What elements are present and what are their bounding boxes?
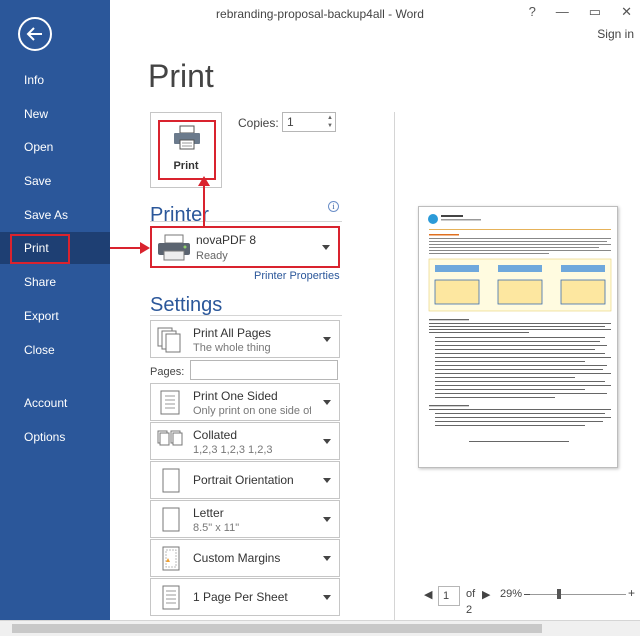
sides-dropdown[interactable]: Print One Sided Only print on one side o…	[150, 383, 340, 421]
info-icon[interactable]: i	[328, 201, 339, 212]
close-icon[interactable]: ✕	[621, 4, 632, 20]
page-number-input[interactable]: 1	[438, 586, 460, 606]
printer-dropdown[interactable]: novaPDF 8 Ready	[150, 226, 340, 268]
help-icon[interactable]: ?	[529, 4, 536, 20]
nav-options[interactable]: Options	[0, 421, 110, 453]
chevron-down-icon	[323, 517, 331, 522]
zoom-level: 29%	[500, 588, 523, 600]
nav-export[interactable]: Export	[0, 300, 110, 332]
zoom-slider[interactable]	[530, 594, 626, 595]
paper-size-label: Letter	[193, 506, 224, 520]
printer-icon	[174, 125, 200, 150]
printer-device-icon	[158, 234, 190, 261]
sides-desc: Only print on one side of...	[193, 405, 311, 417]
print-button-label: Print	[173, 160, 199, 172]
horizontal-scrollbar[interactable]	[0, 620, 640, 636]
settings-divider	[150, 315, 342, 316]
pages-per-sheet-icon	[162, 585, 180, 610]
copies-stepper[interactable]: 1 ▲ ▼	[282, 112, 336, 132]
annotation-arrowhead-up	[198, 176, 210, 186]
page-preview	[418, 206, 618, 468]
annotation-arrow-shaft	[110, 247, 144, 249]
window-controls: ? — ▭ ✕	[529, 4, 632, 20]
zoom-out-icon[interactable]: –	[524, 585, 532, 601]
chevron-down-icon	[322, 245, 330, 250]
pages-per-sheet-dropdown[interactable]: 1 Page Per Sheet	[150, 578, 340, 616]
print-button[interactable]: Print	[150, 112, 222, 188]
margins-dropdown[interactable]: Custom Margins	[150, 539, 340, 577]
collate-desc: 1,2,3 1,2,3 1,2,3	[193, 444, 273, 456]
page-title: Print	[148, 58, 214, 94]
page-thumbnail-image	[428, 214, 612, 442]
minimize-icon[interactable]: —	[556, 4, 569, 20]
prev-page-icon[interactable]: ◀	[424, 588, 432, 601]
pages-per-sheet-label: 1 Page Per Sheet	[193, 590, 288, 604]
print-range-desc: The whole thing	[193, 342, 271, 354]
window-title: rebranding-proposal-backup4all - Word	[216, 7, 424, 21]
scrollbar-thumb[interactable]	[12, 624, 542, 633]
chevron-down-icon	[323, 337, 331, 342]
paper-size-icon	[162, 507, 180, 532]
annotation-arrowhead-right	[140, 242, 150, 254]
margins-icon	[162, 546, 180, 571]
sign-in-link[interactable]: Sign in	[597, 27, 634, 41]
zoom-slider-thumb[interactable]	[557, 589, 561, 599]
zoom-in-icon[interactable]: +	[628, 586, 635, 600]
page-of-label: of	[466, 588, 476, 600]
paper-size-dropdown[interactable]: Letter 8.5" x 11"	[150, 500, 340, 538]
chevron-down-icon	[323, 595, 331, 600]
pages-label: Pages:	[150, 366, 185, 378]
collated-icon	[157, 430, 183, 446]
chevron-down-icon	[323, 556, 331, 561]
orientation-dropdown[interactable]: Portrait Orientation	[150, 461, 340, 499]
chevron-down-icon	[323, 439, 331, 444]
printer-status: Ready	[196, 250, 228, 262]
print-range-label: Print All Pages	[193, 326, 272, 340]
nav-save-as[interactable]: Save As	[0, 199, 110, 231]
printer-name: novaPDF 8	[196, 233, 257, 247]
printer-heading: Printer	[150, 204, 209, 226]
nav-open[interactable]: Open	[0, 131, 110, 163]
backstage-sidebar: Info New Open Save Save As Print Share E…	[0, 0, 110, 636]
next-page-icon[interactable]: ▶	[482, 588, 490, 601]
portrait-icon	[162, 468, 180, 493]
nav-close[interactable]: Close	[0, 334, 110, 366]
nav-print[interactable]: Print	[0, 232, 110, 264]
copies-value: 1	[287, 115, 294, 129]
restore-icon[interactable]: ▭	[589, 4, 601, 20]
orientation-label: Portrait Orientation	[193, 473, 294, 487]
annotation-arrow-vertical	[203, 186, 205, 226]
pages-input[interactable]	[190, 360, 338, 380]
margins-label: Custom Margins	[193, 551, 281, 565]
printer-properties-link[interactable]: Printer Properties	[254, 270, 340, 282]
one-sided-icon	[160, 390, 180, 415]
printer-divider	[150, 221, 342, 222]
chevron-down-icon	[323, 400, 331, 405]
collate-dropdown[interactable]: Collated 1,2,3 1,2,3 1,2,3	[150, 422, 340, 460]
settings-heading: Settings	[150, 294, 223, 316]
paper-size-desc: 8.5" x 11"	[193, 522, 240, 534]
nav-save[interactable]: Save	[0, 165, 110, 197]
nav-share[interactable]: Share	[0, 266, 110, 298]
chevron-down-icon	[323, 478, 331, 483]
copies-label: Copies:	[238, 116, 279, 130]
pages-icon	[157, 327, 181, 353]
collate-label: Collated	[193, 428, 238, 442]
sides-label: Print One Sided	[193, 389, 278, 403]
spin-arrows-icon[interactable]: ▲ ▼	[327, 114, 333, 130]
nav-new[interactable]: New	[0, 98, 110, 130]
back-arrow-icon[interactable]	[18, 17, 52, 51]
print-range-dropdown[interactable]: Print All Pages The whole thing	[150, 320, 340, 358]
page-total: 2	[466, 604, 473, 616]
nav-info[interactable]: Info	[0, 64, 110, 96]
nav-account[interactable]: Account	[0, 387, 110, 419]
